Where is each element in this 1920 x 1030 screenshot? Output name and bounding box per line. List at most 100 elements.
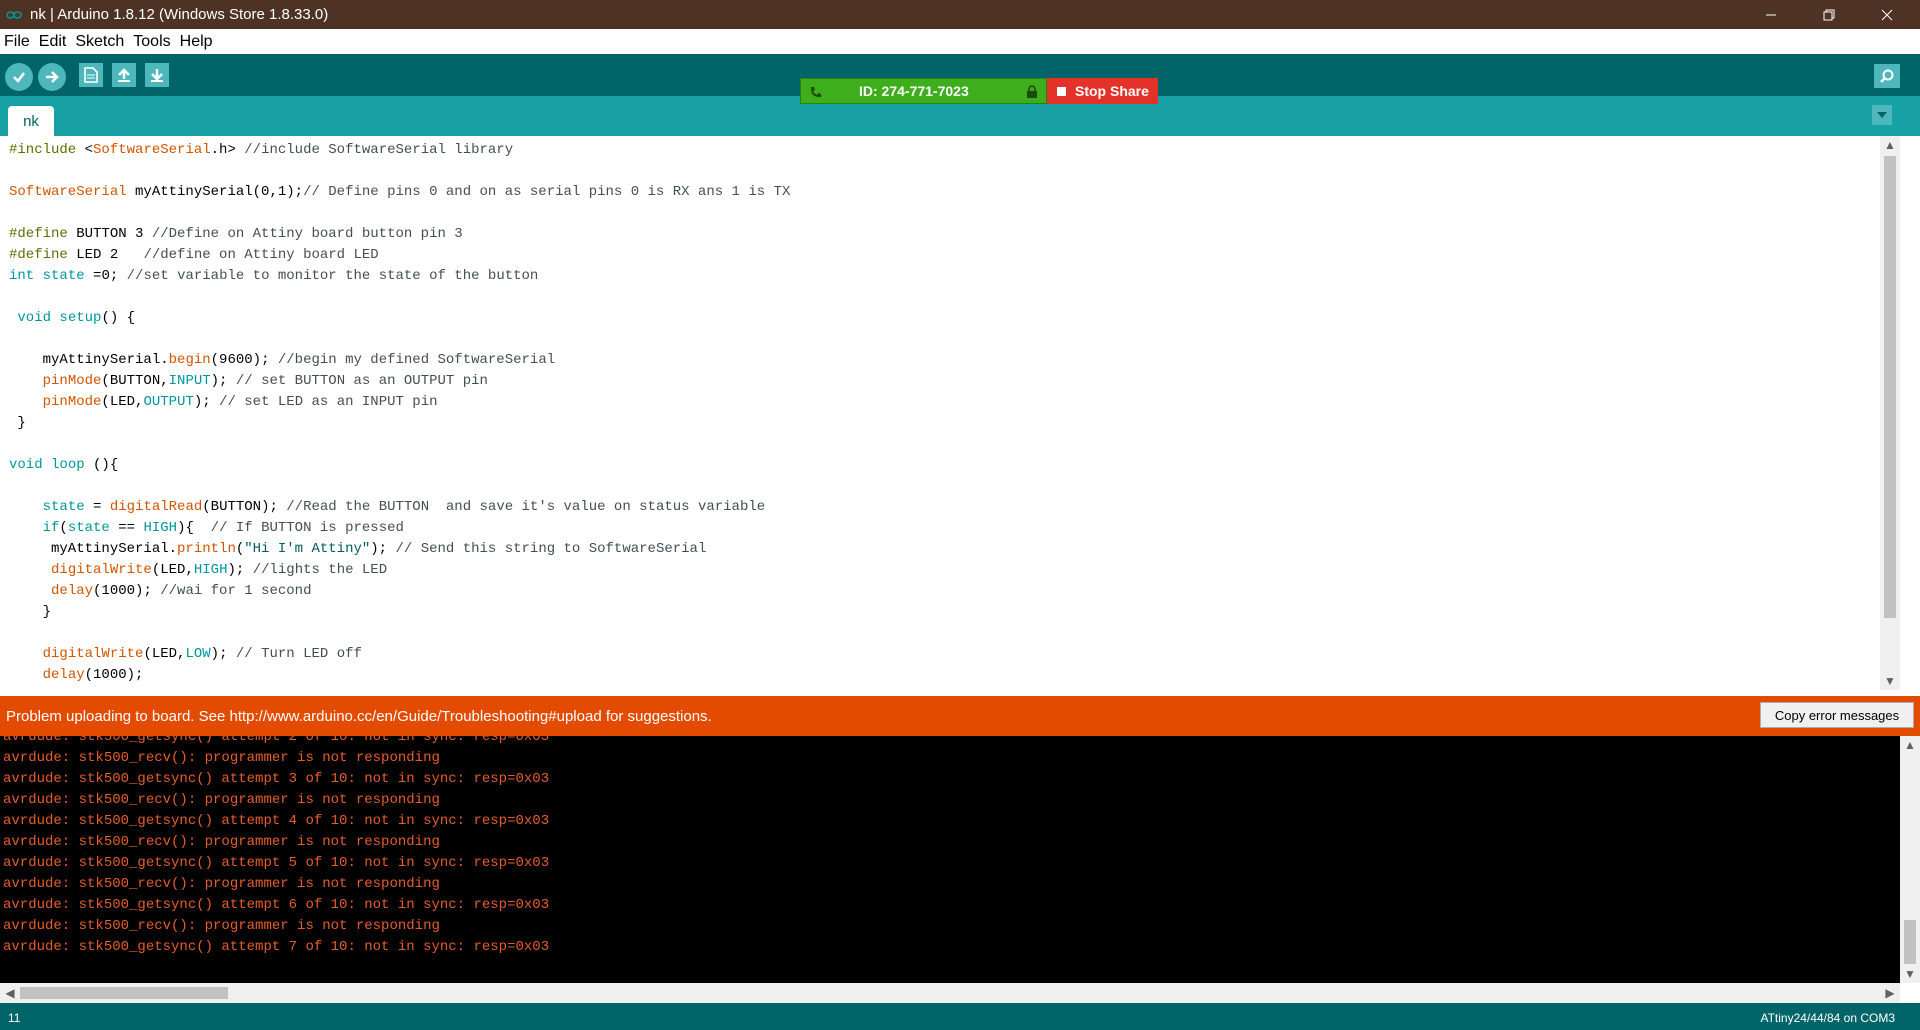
- code-token: (LED,: [143, 646, 186, 662]
- console-line: avrdude: stk500_getsync() attempt 3 of 1…: [3, 771, 550, 787]
- minimize-button[interactable]: [1742, 0, 1800, 29]
- code-token: // set BUTTON as an OUTPUT pin: [235, 373, 488, 389]
- close-button[interactable]: [1858, 0, 1916, 29]
- code-line: digitalWrite(LED,LOW); // Turn LED off: [9, 644, 790, 665]
- menu-file[interactable]: File: [4, 33, 30, 51]
- code-line: }: [9, 413, 790, 434]
- scroll-left-icon[interactable]: ◀: [0, 983, 20, 1003]
- scroll-right-icon[interactable]: ▶: [1880, 983, 1900, 1003]
- console-line: avrdude: stk500_getsync() attempt 6 of 1…: [3, 897, 550, 913]
- cursor-line-number: 11: [8, 1011, 21, 1025]
- tab-menu-button[interactable]: [1872, 105, 1892, 125]
- code-token: );: [370, 541, 396, 557]
- code-token: pinMode: [42, 373, 102, 389]
- code-token: "Hi I'm Attiny": [244, 541, 371, 557]
- code-token: #include: [9, 142, 85, 158]
- code-token: );: [210, 373, 236, 389]
- code-line: if(state == HIGH){ // If BUTTON is press…: [9, 518, 790, 539]
- maximize-button[interactable]: [1800, 0, 1858, 29]
- editor-vertical-scrollbar[interactable]: ▲ ▼: [1880, 136, 1900, 690]
- code-token: //set variable to monitor the state of t…: [126, 268, 539, 284]
- code-token: #define: [9, 226, 68, 242]
- code-token: (BUTTON);: [202, 499, 287, 515]
- arrow-up-icon: [118, 68, 130, 82]
- scroll-up-icon[interactable]: ▲: [1880, 136, 1900, 154]
- code-token: myAttinySerial(0,1);: [126, 184, 304, 200]
- code-token: <: [84, 142, 94, 158]
- code-token: () {: [101, 310, 136, 326]
- console-hscroll-thumb[interactable]: [20, 987, 228, 999]
- code-token: myAttinySerial.: [9, 541, 178, 557]
- menu-tools[interactable]: Tools: [133, 33, 170, 51]
- code-editor[interactable]: #include <SoftwareSerial.h> //include So…: [0, 136, 1900, 690]
- code-token: #define: [9, 247, 68, 263]
- console-horizontal-scrollbar[interactable]: ◀ ▶: [0, 983, 1900, 1003]
- window-title: nk | Arduino 1.8.12 (Windows Store 1.8.3…: [30, 6, 329, 23]
- code-token: (LED,: [101, 394, 144, 410]
- console-line: avrdude: stk500_recv(): programmer is no…: [3, 834, 440, 850]
- code-token: state: [67, 520, 110, 536]
- code-line: pinMode(LED,OUTPUT); // set LED as an IN…: [9, 392, 790, 413]
- code-token: HIGH: [143, 520, 178, 536]
- serial-monitor-button[interactable]: [1874, 64, 1900, 88]
- code-token: (9600);: [210, 352, 278, 368]
- code-token: }: [9, 604, 52, 620]
- console-output[interactable]: avrdude: stk500_getsync() attempt 2 of 1…: [0, 736, 1900, 983]
- board-port-info: ATtiny24/44/84 on COM3: [1760, 1011, 1895, 1025]
- code-token: // set LED as an INPUT pin: [219, 394, 438, 410]
- tab-nk[interactable]: nk: [8, 106, 54, 136]
- code-token: //begin my defined SoftwareSerial: [277, 352, 556, 368]
- code-token: //wai for 1 second: [160, 583, 312, 599]
- menu-help[interactable]: Help: [180, 33, 213, 51]
- console-scroll-up-icon[interactable]: ▲: [1900, 736, 1920, 754]
- console-vertical-scrollbar[interactable]: ▲ ▼: [1900, 736, 1920, 983]
- code-token: loop: [51, 457, 85, 473]
- save-sketch-button[interactable]: [145, 63, 169, 87]
- code-token: state: [42, 499, 85, 515]
- stop-share-button[interactable]: Stop Share: [1047, 78, 1158, 104]
- code-token: state: [42, 268, 85, 284]
- code-token: // Send this string to SoftwareSerial: [395, 541, 707, 557]
- new-sketch-button[interactable]: [79, 63, 103, 87]
- stop-icon: [1057, 86, 1066, 96]
- code-token: //define on Attiny board LED: [143, 247, 379, 263]
- menu-edit[interactable]: Edit: [39, 33, 67, 51]
- code-token: if: [42, 520, 60, 536]
- open-sketch-button[interactable]: [112, 63, 136, 87]
- code-token: pinMode: [42, 394, 102, 410]
- code-token: begin: [168, 352, 211, 368]
- code-token: setup: [59, 310, 102, 326]
- code-line: SoftwareSerial myAttinySerial(0,1);// De…: [9, 182, 790, 203]
- copy-error-messages-button[interactable]: Copy error messages: [1760, 702, 1914, 728]
- scroll-down-icon[interactable]: ▼: [1880, 672, 1900, 690]
- code-token: );: [227, 562, 253, 578]
- code-token: =0;: [84, 268, 127, 284]
- console-lines: avrdude: stk500_getsync() attempt 2 of 1…: [3, 736, 549, 958]
- code-line: state = digitalRead(BUTTON); //Read the …: [9, 497, 790, 518]
- checkmark-icon: [13, 72, 25, 83]
- verify-button[interactable]: [5, 63, 33, 91]
- code-token: // Define pins 0 and on as serial pins 0…: [303, 184, 791, 200]
- code-token: LED 2: [67, 247, 144, 263]
- code-line: digitalWrite(LED,HIGH); //lights the LED: [9, 560, 790, 581]
- menu-sketch[interactable]: Sketch: [75, 33, 124, 51]
- new-file-icon: [84, 67, 98, 83]
- arduino-logo-icon: [6, 10, 22, 19]
- upload-button[interactable]: [38, 63, 66, 91]
- magnifier-icon: [1880, 69, 1894, 83]
- console-scroll-down-icon[interactable]: ▼: [1900, 965, 1920, 983]
- console-scroll-thumb[interactable]: [1904, 920, 1916, 964]
- code-token: INPUT: [168, 373, 211, 389]
- editor-scroll-thumb[interactable]: [1884, 156, 1896, 618]
- code-line: void setup() {: [9, 308, 790, 329]
- error-message: Problem uploading to board. See http://w…: [6, 707, 712, 725]
- console-line: avrdude: stk500_getsync() attempt 4 of 1…: [3, 813, 550, 829]
- code-token: (1000);: [84, 667, 144, 683]
